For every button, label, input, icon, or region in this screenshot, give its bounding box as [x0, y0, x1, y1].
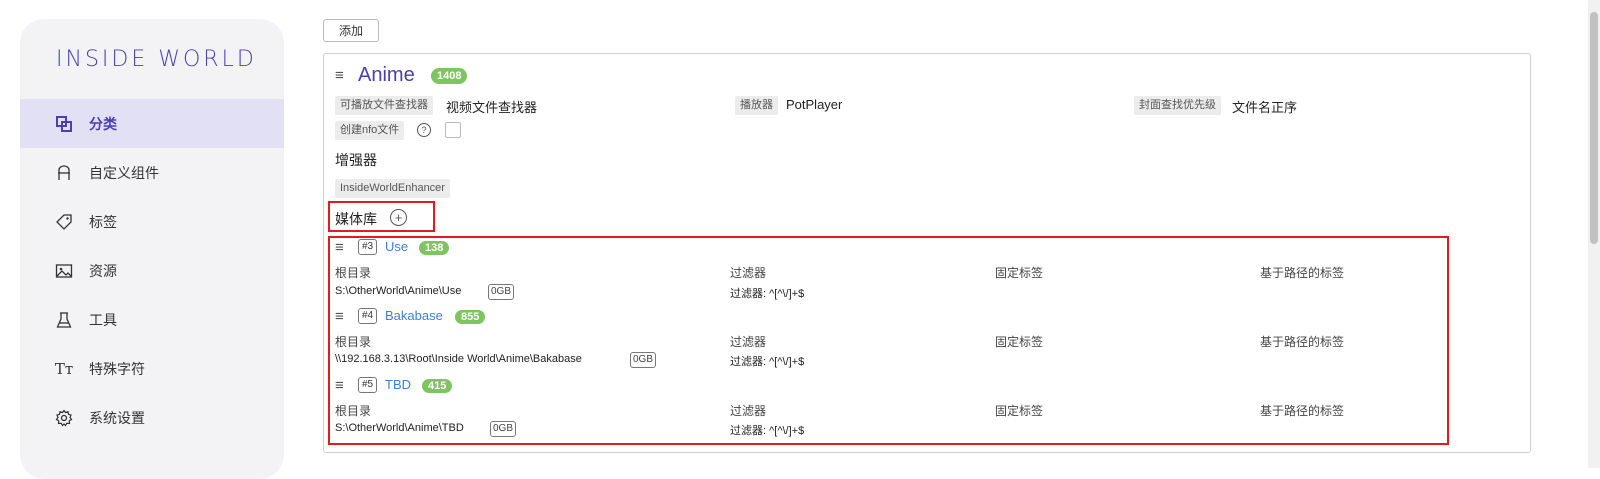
- library-id-badge: #5: [358, 377, 378, 393]
- sidebar-item-label: 系统设置: [89, 409, 145, 426]
- root-dir-label: 根目录: [335, 266, 372, 280]
- help-icon[interactable]: ?: [417, 123, 431, 137]
- category-title[interactable]: Anime: [358, 64, 415, 87]
- finder-label: 可播放文件查找器: [335, 96, 433, 115]
- sidebar: INSIDE WORLD 分类 自定义组件 标签 资源 工具 Tт 特殊字符 系…: [20, 19, 284, 479]
- library-count-badge: 415: [422, 379, 453, 393]
- drag-handle-icon[interactable]: ≡: [335, 68, 344, 83]
- create-nfo-checkbox[interactable]: [445, 122, 461, 138]
- root-dir-value[interactable]: \\192.168.3.13\Root\Inside World\Anime\B…: [335, 353, 582, 365]
- enhancer-title: 增强器: [335, 152, 377, 168]
- sidebar-item-label: 分类: [89, 115, 117, 132]
- text-size-icon: Tт: [54, 359, 74, 378]
- filter-label: 过滤器: [730, 335, 767, 349]
- component-icon: [55, 164, 73, 182]
- filter-label: 过滤器: [730, 266, 767, 280]
- library-drag-handle-icon[interactable]: ≡: [335, 378, 344, 393]
- filter-value[interactable]: 过滤器: ^[^\/]+$: [730, 285, 804, 301]
- finder-value[interactable]: 视频文件查找器: [446, 97, 537, 116]
- size-badge: 0GB: [490, 421, 517, 437]
- enhancer-tag[interactable]: InsideWorldEnhancer: [335, 179, 450, 198]
- sidebar-item-components[interactable]: 自定义组件: [20, 148, 284, 197]
- sidebar-item-label: 资源: [89, 262, 117, 279]
- root-dir-label: 根目录: [335, 404, 372, 418]
- scrollbar-thumb[interactable]: [1590, 12, 1598, 244]
- category-panel: ≡ Anime 1408 可播放文件查找器 视频文件查找器 播放器 PotPla…: [323, 53, 1531, 453]
- sidebar-item-label: 自定义组件: [89, 164, 159, 181]
- fixed-tags-label: 固定标签: [995, 404, 1044, 418]
- library-id-badge: #3: [358, 239, 378, 255]
- player-label: 播放器: [735, 96, 778, 115]
- gear-icon: [55, 409, 73, 427]
- filter-value[interactable]: 过滤器: ^[^\/]+$: [730, 353, 804, 369]
- sidebar-item-tools[interactable]: 工具: [20, 295, 284, 344]
- root-dir-value[interactable]: S:\OtherWorld\Anime\Use: [335, 285, 461, 297]
- path-tags-label: 基于路径的标签: [1260, 266, 1345, 280]
- sidebar-item-label: 工具: [89, 311, 117, 328]
- path-tags-label: 基于路径的标签: [1260, 404, 1345, 418]
- filter-value[interactable]: 过滤器: ^[^\/]+$: [730, 422, 804, 438]
- size-badge: 0GB: [630, 352, 657, 368]
- app-logo: INSIDE WORLD: [56, 47, 257, 72]
- fixed-tags-label: 固定标签: [995, 266, 1044, 280]
- library-title: 媒体库: [335, 211, 377, 227]
- create-nfo-label: 创建nfo文件: [335, 121, 405, 140]
- root-dir-value[interactable]: S:\OtherWorld\Anime\TBD: [335, 422, 464, 434]
- cover-priority-label: 封面查找优先级: [1134, 96, 1221, 115]
- path-tags-label: 基于路径的标签: [1260, 335, 1345, 349]
- library-count-badge: 855: [455, 310, 486, 324]
- category-count-badge: 1408: [431, 68, 468, 84]
- sidebar-item-label: 特殊字符: [89, 360, 145, 377]
- page-scrollbar[interactable]: [1588, 0, 1600, 468]
- flask-icon: [55, 311, 73, 329]
- sidebar-item-tags[interactable]: 标签: [20, 197, 284, 246]
- library-drag-handle-icon[interactable]: ≡: [335, 240, 344, 255]
- image-icon: [55, 262, 73, 280]
- add-library-icon[interactable]: +: [390, 209, 407, 226]
- filter-label: 过滤器: [730, 404, 767, 418]
- size-badge: 0GB: [488, 284, 515, 300]
- sidebar-item-label: 标签: [89, 213, 117, 230]
- sidebar-item-settings[interactable]: 系统设置: [20, 393, 284, 442]
- library-name[interactable]: TBD: [385, 377, 411, 392]
- sidebar-item-category[interactable]: 分类: [20, 99, 284, 148]
- add-category-button[interactable]: 添加: [323, 19, 379, 42]
- player-value[interactable]: PotPlayer: [786, 97, 842, 112]
- library-count-badge: 138: [419, 241, 450, 255]
- cover-priority-value[interactable]: 文件名正序: [1232, 97, 1297, 116]
- category-icon: [55, 115, 73, 133]
- sidebar-item-resources[interactable]: 资源: [20, 246, 284, 295]
- library-name[interactable]: Use: [385, 239, 408, 254]
- library-name[interactable]: Bakabase: [385, 308, 443, 323]
- library-drag-handle-icon[interactable]: ≡: [335, 309, 344, 324]
- sidebar-item-special-chars[interactable]: Tт 特殊字符: [20, 344, 284, 393]
- tag-icon: [55, 213, 73, 231]
- root-dir-label: 根目录: [335, 335, 372, 349]
- fixed-tags-label: 固定标签: [995, 335, 1044, 349]
- library-id-badge: #4: [358, 308, 378, 324]
